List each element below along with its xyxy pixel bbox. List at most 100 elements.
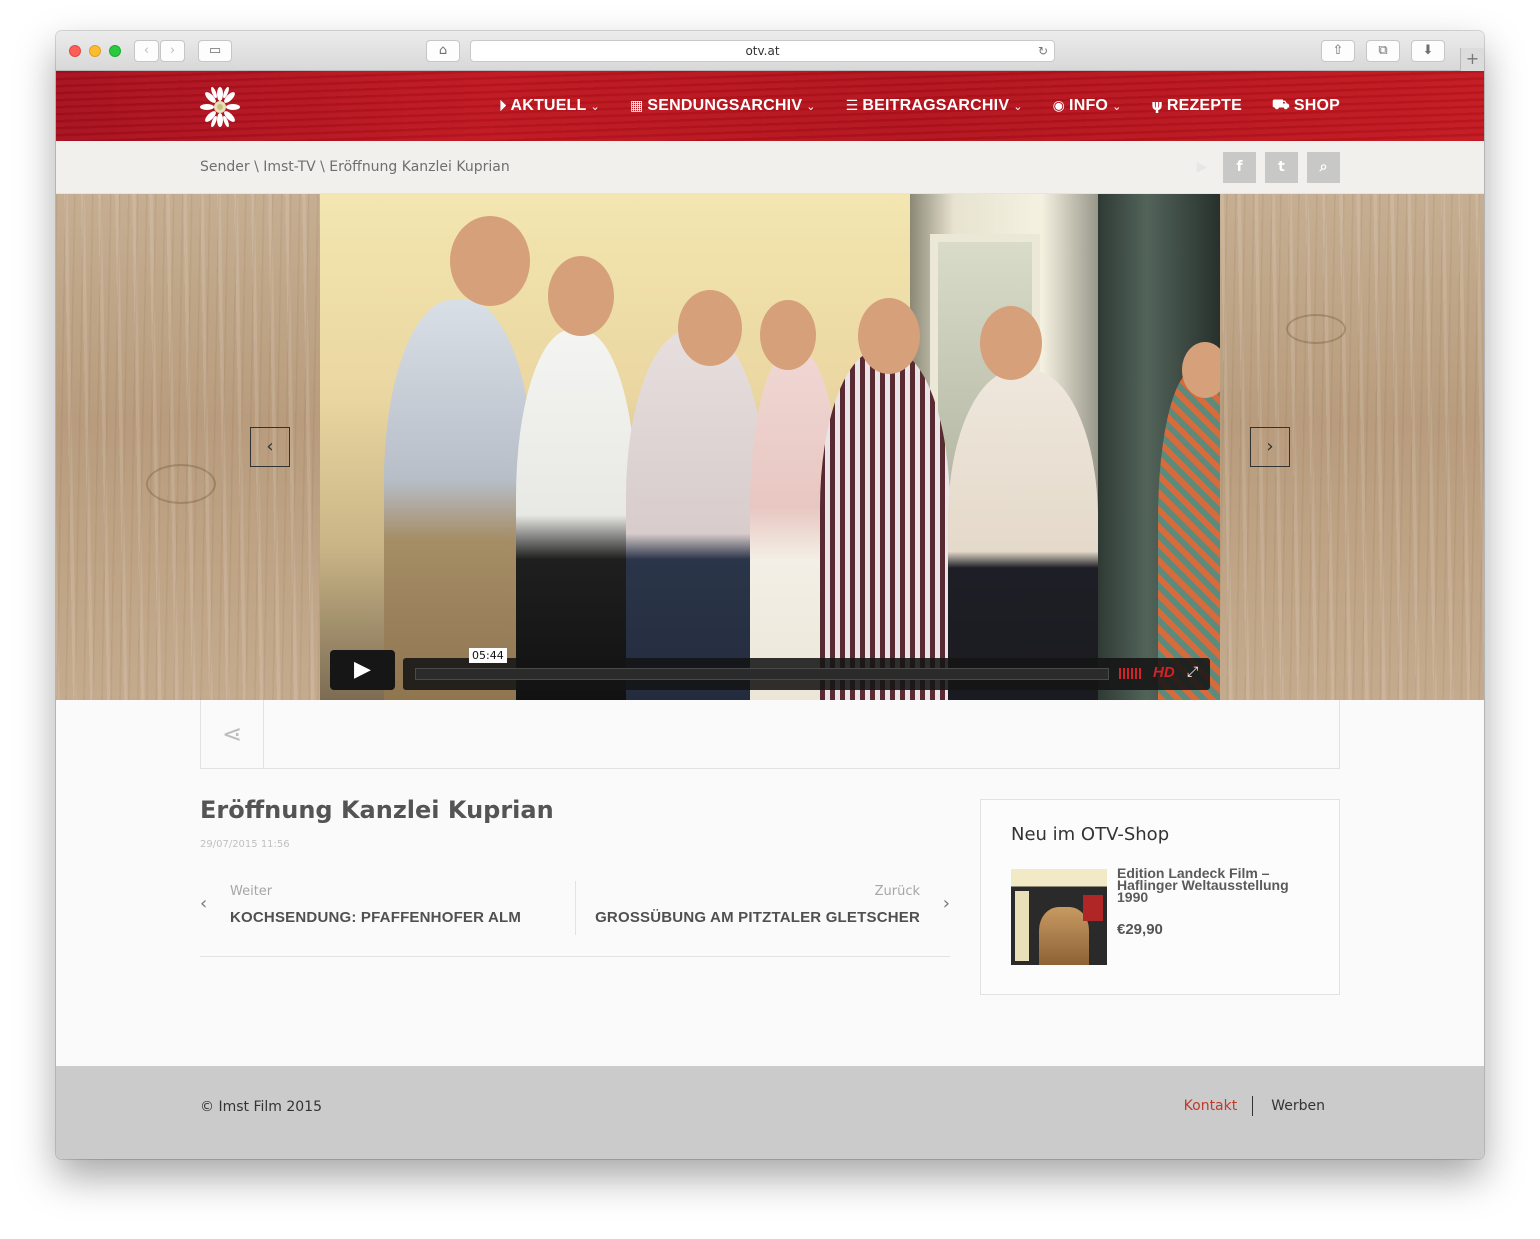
volume-control[interactable] [1119,668,1141,679]
wood-knot [1286,314,1346,344]
copyright-text: © Imst Film 2015 [200,1099,322,1115]
cutlery-icon: ψ [1151,98,1163,114]
cart-icon: ⛟ [1272,97,1290,113]
close-window-button[interactable] [69,45,81,57]
breadcrumb-bar: Sender \ Imst-TV \ Eröffnung Kanzlei Kup… [56,141,1484,194]
chevron-down-icon: ⌄ [1013,99,1023,113]
social-buttons: ▶ f t ⌕ [1190,152,1340,183]
contact-link[interactable]: Kontakt [1184,1096,1254,1116]
search-icon: ⌕ [1319,159,1328,175]
next-video-arrow[interactable]: › [1250,427,1290,467]
play-icon: ▶ [1196,159,1208,175]
chevron-left-icon: ‹ [200,893,208,914]
share-bar: ⋖ [200,700,1340,769]
article-date: 29/07/2015 11:56 [200,839,290,850]
grid-icon: ▦ [629,98,644,114]
previous-video-arrow[interactable]: ‹ [250,427,290,467]
video-hero: ‹ › ▶ 05:44 HD ⤢ [56,194,1484,700]
video-person-head [980,306,1042,380]
video-person-head [1182,342,1220,398]
video-person-head [678,290,742,366]
share-icon: ⇧ [1332,43,1344,58]
widget-title: Neu im OTV-Shop [1011,824,1170,845]
video-timecode: 05:44 [469,648,507,663]
post-navigation: ‹ Weiter KOCHSENDUNG: PFAFFENHOFER ALM Z… [200,881,950,957]
browser-toolbar: ‹ › ▭ ⌂ otv.at ↻ ⇧ ⧉ ⬇ + [56,31,1484,71]
chevron-right-icon: › [942,893,950,914]
search-button[interactable]: ⌕ [1307,152,1340,183]
nav-aktuell[interactable]: ⏵ AKTUELL ⌄ [499,97,600,115]
hd-toggle[interactable]: HD [1153,664,1175,681]
video-person-head [858,298,920,374]
previous-post-link[interactable]: Zurück GROSSÜBUNG AM PITZTALER GLETSCHER… [575,881,950,935]
share-icon: ⋖ [221,720,243,748]
sidebar-toggle-button[interactable]: ▭ [198,40,232,62]
twitter-button[interactable]: t [1265,152,1298,183]
browser-window: ‹ › ▭ ⌂ otv.at ↻ ⇧ ⧉ ⬇ + ⏵ AKTUELL ⌄ ▦ S… [56,31,1484,1159]
download-icon: ⬇ [1422,43,1434,58]
facebook-button[interactable]: f [1223,152,1256,183]
advertise-link[interactable]: Werben [1253,1098,1325,1114]
main-nav: ⏵ AKTUELL ⌄ ▦ SENDUNGSARCHIV ⌄ ☰ BEITRAG… [499,71,1340,141]
nav-shop[interactable]: ⛟ SHOP [1272,97,1340,115]
chevron-left-icon: ‹ [266,436,274,457]
video-person [626,330,766,700]
video-person-head [760,300,816,370]
minimize-window-button[interactable] [89,45,101,57]
share-button[interactable]: ⋖ [201,700,264,768]
video-control-bar: 05:44 HD ⤢ [403,648,1210,690]
nav-info[interactable]: ◉ INFO ⌄ [1053,97,1122,115]
wood-knot [146,464,216,504]
chevron-down-icon: ⌄ [806,99,816,113]
video-person [384,300,534,700]
url-text: otv.at [745,44,780,58]
tabs-icon: ⧉ [1378,43,1388,58]
edelweiss-logo[interactable] [200,87,240,127]
tabs-overview-button[interactable]: ⧉ [1366,40,1400,62]
article-title: Eröffnung Kanzlei Kuprian [200,796,554,824]
video-person-head [450,216,530,306]
site-footer: © Imst Film 2015 Kontakt Werben [56,1066,1484,1159]
sidebar-icon: ▭ [208,43,222,58]
address-bar[interactable]: otv.at ↻ [470,40,1055,62]
twitter-icon: t [1278,159,1285,175]
product-image[interactable] [1011,869,1107,965]
video-progress-track[interactable] [415,668,1109,680]
video-person [516,330,636,700]
play-button[interactable]: ▶ [330,650,395,690]
list-icon: ☰ [845,98,859,114]
back-button[interactable]: ‹ [134,40,159,62]
fullscreen-icon[interactable]: ⤢ [1187,664,1198,680]
play-icon: ▶ [354,657,371,682]
nav-rezepte[interactable]: ψ REZEPTE [1152,97,1243,115]
chevron-right-icon: › [1266,436,1274,457]
facebook-icon: f [1236,159,1243,175]
chevron-right-icon: › [169,43,176,58]
nav-beitragsarchiv[interactable]: ☰ BEITRAGSARCHIV ⌄ [846,97,1023,115]
chevron-left-icon: ‹ [143,43,150,58]
plus-icon: + [1465,49,1480,68]
video-person-head [548,256,614,336]
info-circle-icon: ◉ [1052,98,1066,114]
new-tab-button[interactable]: + [1460,48,1484,71]
nav-sendungsarchiv[interactable]: ▦ SENDUNGSARCHIV ⌄ [630,97,816,115]
reload-icon[interactable]: ↻ [1038,41,1048,61]
next-post-link[interactable]: ‹ Weiter KOCHSENDUNG: PFAFFENHOFER ALM [200,881,574,935]
chevron-down-icon: ⌄ [590,99,600,113]
youtube-button[interactable]: ▶ [1190,152,1214,183]
video-controls: ▶ 05:44 HD ⤢ [330,648,1210,690]
video-person [820,350,950,700]
chevron-down-icon: ⌄ [1112,99,1122,113]
breadcrumb[interactable]: Sender \ Imst-TV \ Eröffnung Kanzlei Kup… [200,141,510,194]
share-browser-button[interactable]: ⇧ [1321,40,1355,62]
shop-widget: Neu im OTV-Shop Edition Landeck Film – H… [980,799,1340,995]
downloads-button[interactable]: ⬇ [1411,40,1445,62]
video-player[interactable]: ▶ 05:44 HD ⤢ [320,194,1220,700]
site-header: ⏵ AKTUELL ⌄ ▦ SENDUNGSARCHIV ⌄ ☰ BEITRAG… [56,71,1484,141]
footer-links: Kontakt Werben [1184,1096,1325,1116]
forward-button[interactable]: › [160,40,185,62]
zoom-window-button[interactable] [109,45,121,57]
product-name[interactable]: Edition Landeck Film – Haflinger Weltaus… [1117,866,1317,904]
product-price: €29,90 [1117,921,1163,938]
home-button[interactable]: ⌂ [426,40,460,62]
